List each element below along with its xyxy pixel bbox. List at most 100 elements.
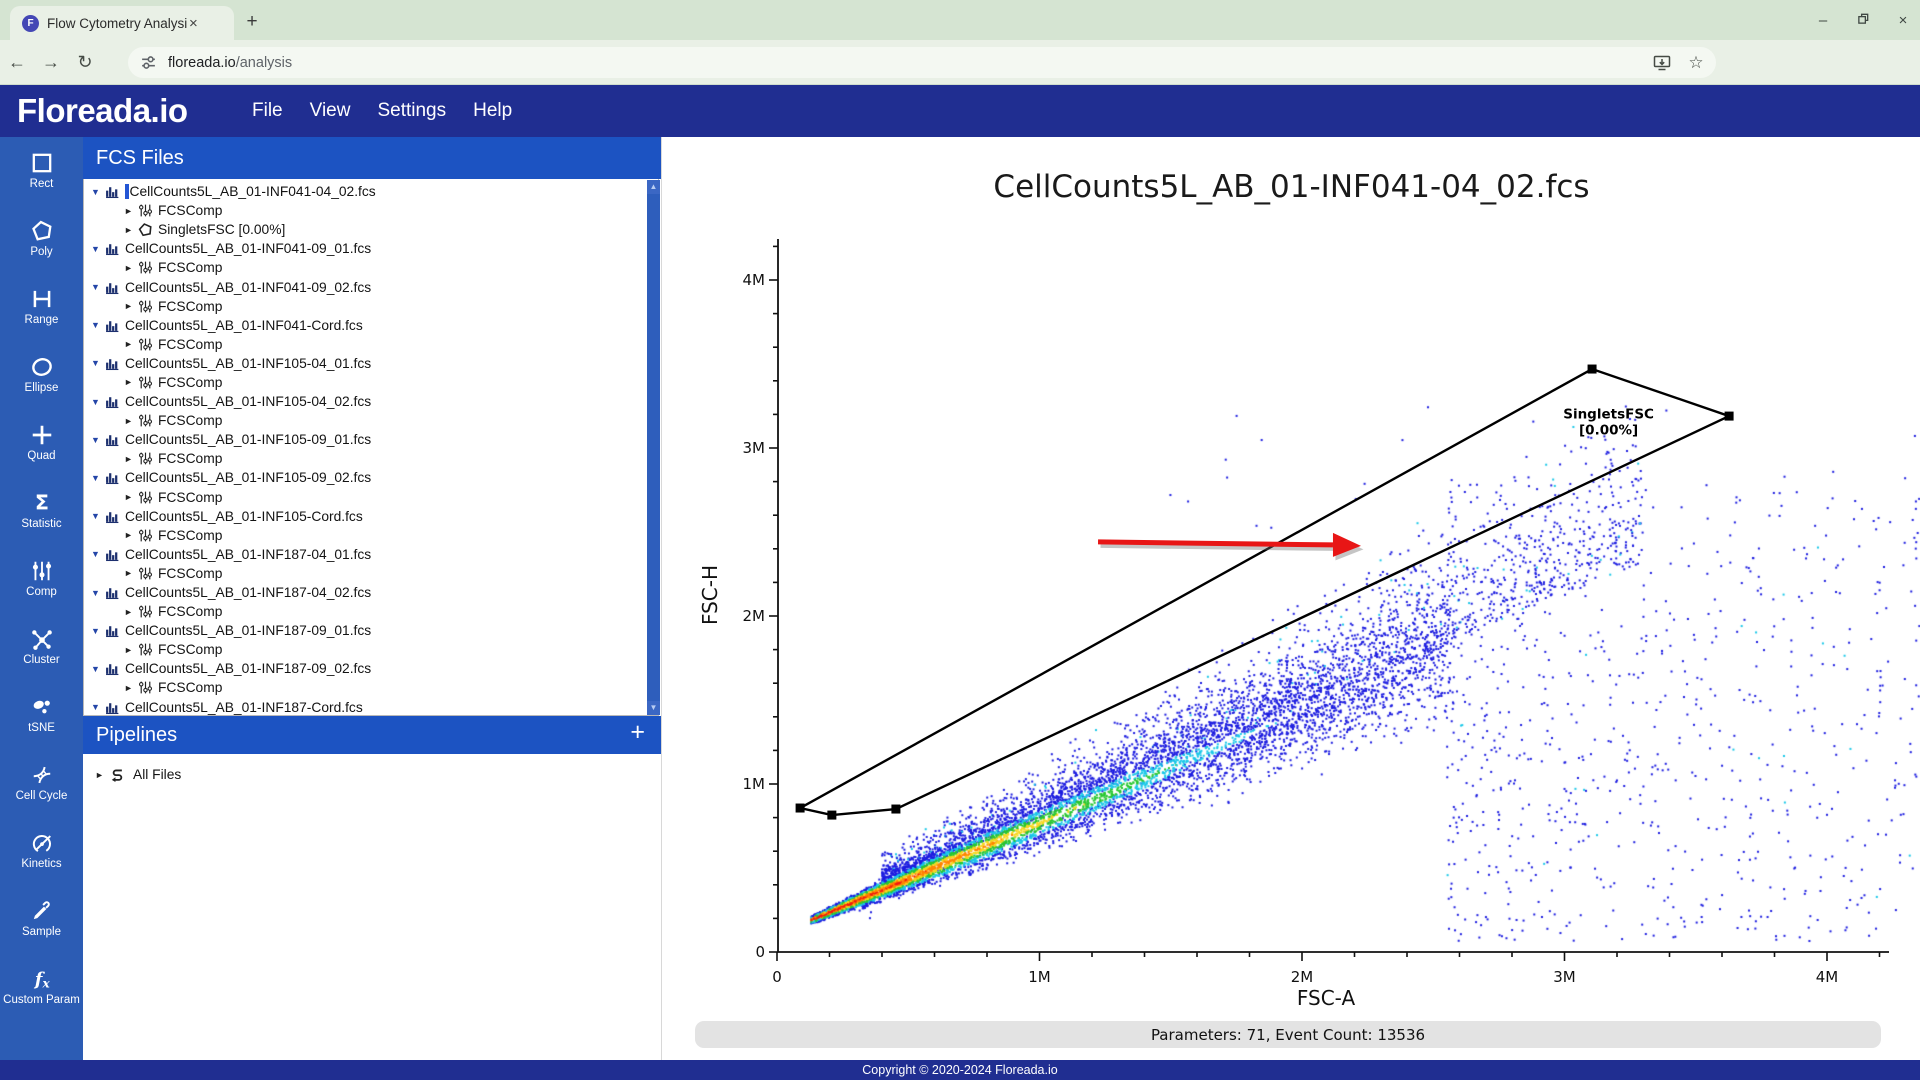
window-close-button[interactable]: × <box>1894 12 1912 29</box>
file-row[interactable]: ▼ CellCounts5L_AB_01-INF041-Cord.fcs <box>84 316 658 335</box>
collapse-arrow-icon[interactable]: ▼ <box>91 244 102 254</box>
tool-quad[interactable]: Quad <box>0 409 83 477</box>
collapse-arrow-icon[interactable]: ▼ <box>91 397 102 407</box>
comp-node-row[interactable]: ► FCSComp <box>84 297 658 316</box>
tab-close-icon[interactable]: × <box>189 15 198 32</box>
reload-button[interactable]: ↻ <box>68 52 102 73</box>
file-row[interactable]: ▼ CellCounts5L_AB_01-INF105-04_02.fcs <box>84 392 658 411</box>
collapse-arrow-icon[interactable]: ▼ <box>91 473 102 483</box>
menu-file[interactable]: File <box>252 100 283 122</box>
collapse-arrow-icon[interactable]: ▼ <box>91 187 102 197</box>
comp-node-row[interactable]: ► FCSComp <box>84 640 658 659</box>
expand-arrow-icon[interactable]: ► <box>124 301 135 311</box>
comp-node-row[interactable]: ► FCSComp <box>84 564 658 583</box>
collapse-arrow-icon[interactable]: ▼ <box>91 511 102 521</box>
tool-cell-cycle[interactable]: Cell Cycle <box>0 749 83 817</box>
file-row[interactable]: ▼ CellCounts5L_AB_01-INF105-09_02.fcs <box>84 468 658 487</box>
tool-ellipse[interactable]: Ellipse <box>0 341 83 409</box>
browser-tab[interactable]: F Flow Cytometry Analysis × <box>10 6 234 40</box>
collapse-arrow-icon[interactable]: ▼ <box>91 664 102 674</box>
back-button[interactable]: ← <box>0 52 34 73</box>
collapse-arrow-icon[interactable]: ▼ <box>91 282 102 292</box>
expand-arrow-icon[interactable]: ► <box>124 225 135 235</box>
expand-arrow-icon[interactable]: ► <box>124 339 135 349</box>
file-tree-scrollbar[interactable]: ▲ ▼ <box>647 180 660 715</box>
comp-node-row[interactable]: ► FCSComp <box>84 488 658 507</box>
file-row[interactable]: ▼ CellCounts5L_AB_01-INF041-09_02.fcs <box>84 277 658 296</box>
collapse-arrow-icon[interactable]: ▼ <box>91 626 102 636</box>
file-row[interactable]: ▼ CellCounts5L_AB_01-INF187-04_02.fcs <box>84 583 658 602</box>
tool-poly[interactable]: Poly <box>0 205 83 273</box>
file-row[interactable]: ▼ CellCounts5L_AB_01-INF187-Cord.fcs <box>84 698 658 715</box>
gate-node-row[interactable]: ► SingletsFSC [0.00%] <box>84 220 658 239</box>
plot-panel[interactable]: 0 0 1M 1M 2M 2M 3M 3M 4M 4M FSC-A FSC-H SingletsFSC[… <box>661 137 1920 1060</box>
tool-comp[interactable]: Comp <box>0 545 83 613</box>
collapse-arrow-icon[interactable]: ▼ <box>91 320 102 330</box>
comp-node-row[interactable]: ► FCSComp <box>84 201 658 220</box>
file-row[interactable]: ▼ CellCounts5L_AB_01-INF187-04_01.fcs <box>84 545 658 564</box>
expand-arrow-icon[interactable]: ► <box>124 683 135 693</box>
expand-arrow-icon[interactable]: ► <box>124 492 135 502</box>
expand-arrow-icon[interactable]: ► <box>124 454 135 464</box>
pipeline-all-files-row[interactable]: ► All Files <box>83 767 181 782</box>
expand-arrow-icon[interactable]: ► <box>124 206 135 216</box>
file-row[interactable]: ▼ CellCounts5L_AB_01-INF105-04_01.fcs <box>84 354 658 373</box>
collapse-arrow-icon[interactable]: ▼ <box>91 358 102 368</box>
add-pipeline-button[interactable]: + <box>630 718 645 747</box>
window-minimize-button[interactable]: – <box>1814 12 1832 29</box>
menu-view[interactable]: View <box>310 100 351 122</box>
scrollbar-thumb[interactable] <box>647 194 660 701</box>
collapse-arrow-icon[interactable]: ▼ <box>91 588 102 598</box>
menu-settings[interactable]: Settings <box>377 100 446 122</box>
collapse-arrow-icon[interactable]: ▼ <box>91 702 102 712</box>
comp-node-row[interactable]: ► FCSComp <box>84 602 658 621</box>
pipeline-label: All Files <box>133 767 182 782</box>
tool-cluster[interactable]: Cluster <box>0 613 83 681</box>
scroll-down-icon[interactable]: ▼ <box>647 701 660 715</box>
file-row[interactable]: ▼ CellCounts5L_AB_01-INF041-04_02.fcs <box>84 182 658 201</box>
expand-arrow-icon[interactable]: ► <box>124 607 135 617</box>
tool-statistic[interactable]: Σ Statistic <box>0 477 83 545</box>
expand-arrow-icon[interactable]: ► <box>124 530 135 540</box>
url-text[interactable]: floreada.io/analysis <box>168 55 292 71</box>
comp-node-row[interactable]: ► FCSComp <box>84 335 658 354</box>
expand-arrow-icon[interactable]: ► <box>124 263 135 273</box>
file-row[interactable]: ▼ CellCounts5L_AB_01-INF187-09_01.fcs <box>84 621 658 640</box>
bookmark-star-icon[interactable]: ☆ <box>1686 53 1706 73</box>
tool-sample[interactable]: Sample <box>0 885 83 953</box>
comp-node-row[interactable]: ► FCSComp <box>84 678 658 697</box>
expand-arrow-icon[interactable]: ► <box>124 568 135 578</box>
install-app-icon[interactable] <box>1652 53 1672 73</box>
file-row[interactable]: ▼ CellCounts5L_AB_01-INF105-Cord.fcs <box>84 507 658 526</box>
collapse-arrow-icon[interactable]: ▼ <box>91 435 102 445</box>
address-bar[interactable]: floreada.io/analysis ☆ <box>128 47 1716 78</box>
comp-node-row[interactable]: ► FCSComp <box>84 449 658 468</box>
comp-node-row[interactable]: ► FCSComp <box>84 526 658 545</box>
file-row[interactable]: ▼ CellCounts5L_AB_01-INF187-09_02.fcs <box>84 659 658 678</box>
window-restore-button[interactable] <box>1854 12 1872 29</box>
collapse-arrow-icon[interactable]: ▼ <box>91 549 102 559</box>
site-settings-tune-icon[interactable] <box>138 53 158 73</box>
expand-arrow-icon[interactable]: ► <box>124 416 135 426</box>
tool-range[interactable]: Range <box>0 273 83 341</box>
menu-help[interactable]: Help <box>473 100 512 122</box>
tool-tsne[interactable]: tSNE <box>0 681 83 749</box>
new-tab-button[interactable]: + <box>238 8 266 36</box>
expand-arrow-icon[interactable]: ► <box>124 645 135 655</box>
tool-kinetics[interactable]: Kinetics <box>0 817 83 885</box>
file-row[interactable]: ▼ CellCounts5L_AB_01-INF041-09_01.fcs <box>84 239 658 258</box>
file-row[interactable]: ▼ CellCounts5L_AB_01-INF105-09_01.fcs <box>84 430 658 449</box>
gate-vertex-handle <box>891 804 901 814</box>
forward-button[interactable]: → <box>34 52 68 73</box>
expand-arrow-icon[interactable]: ► <box>95 770 106 780</box>
app-logo[interactable]: Floreada.io <box>17 92 188 130</box>
svg-text:1M: 1M <box>1028 968 1051 986</box>
comp-node-row[interactable]: ► FCSComp <box>84 258 658 277</box>
expand-arrow-icon[interactable]: ► <box>124 377 135 387</box>
scroll-up-icon[interactable]: ▲ <box>647 180 660 194</box>
comp-node-row[interactable]: ► FCSComp <box>84 411 658 430</box>
tool-custom-param[interactable]: f x Custom Param <box>0 953 83 1021</box>
tool-rect[interactable]: Rect <box>0 137 83 205</box>
gate-vertex-handle <box>795 803 805 813</box>
comp-node-row[interactable]: ► FCSComp <box>84 373 658 392</box>
